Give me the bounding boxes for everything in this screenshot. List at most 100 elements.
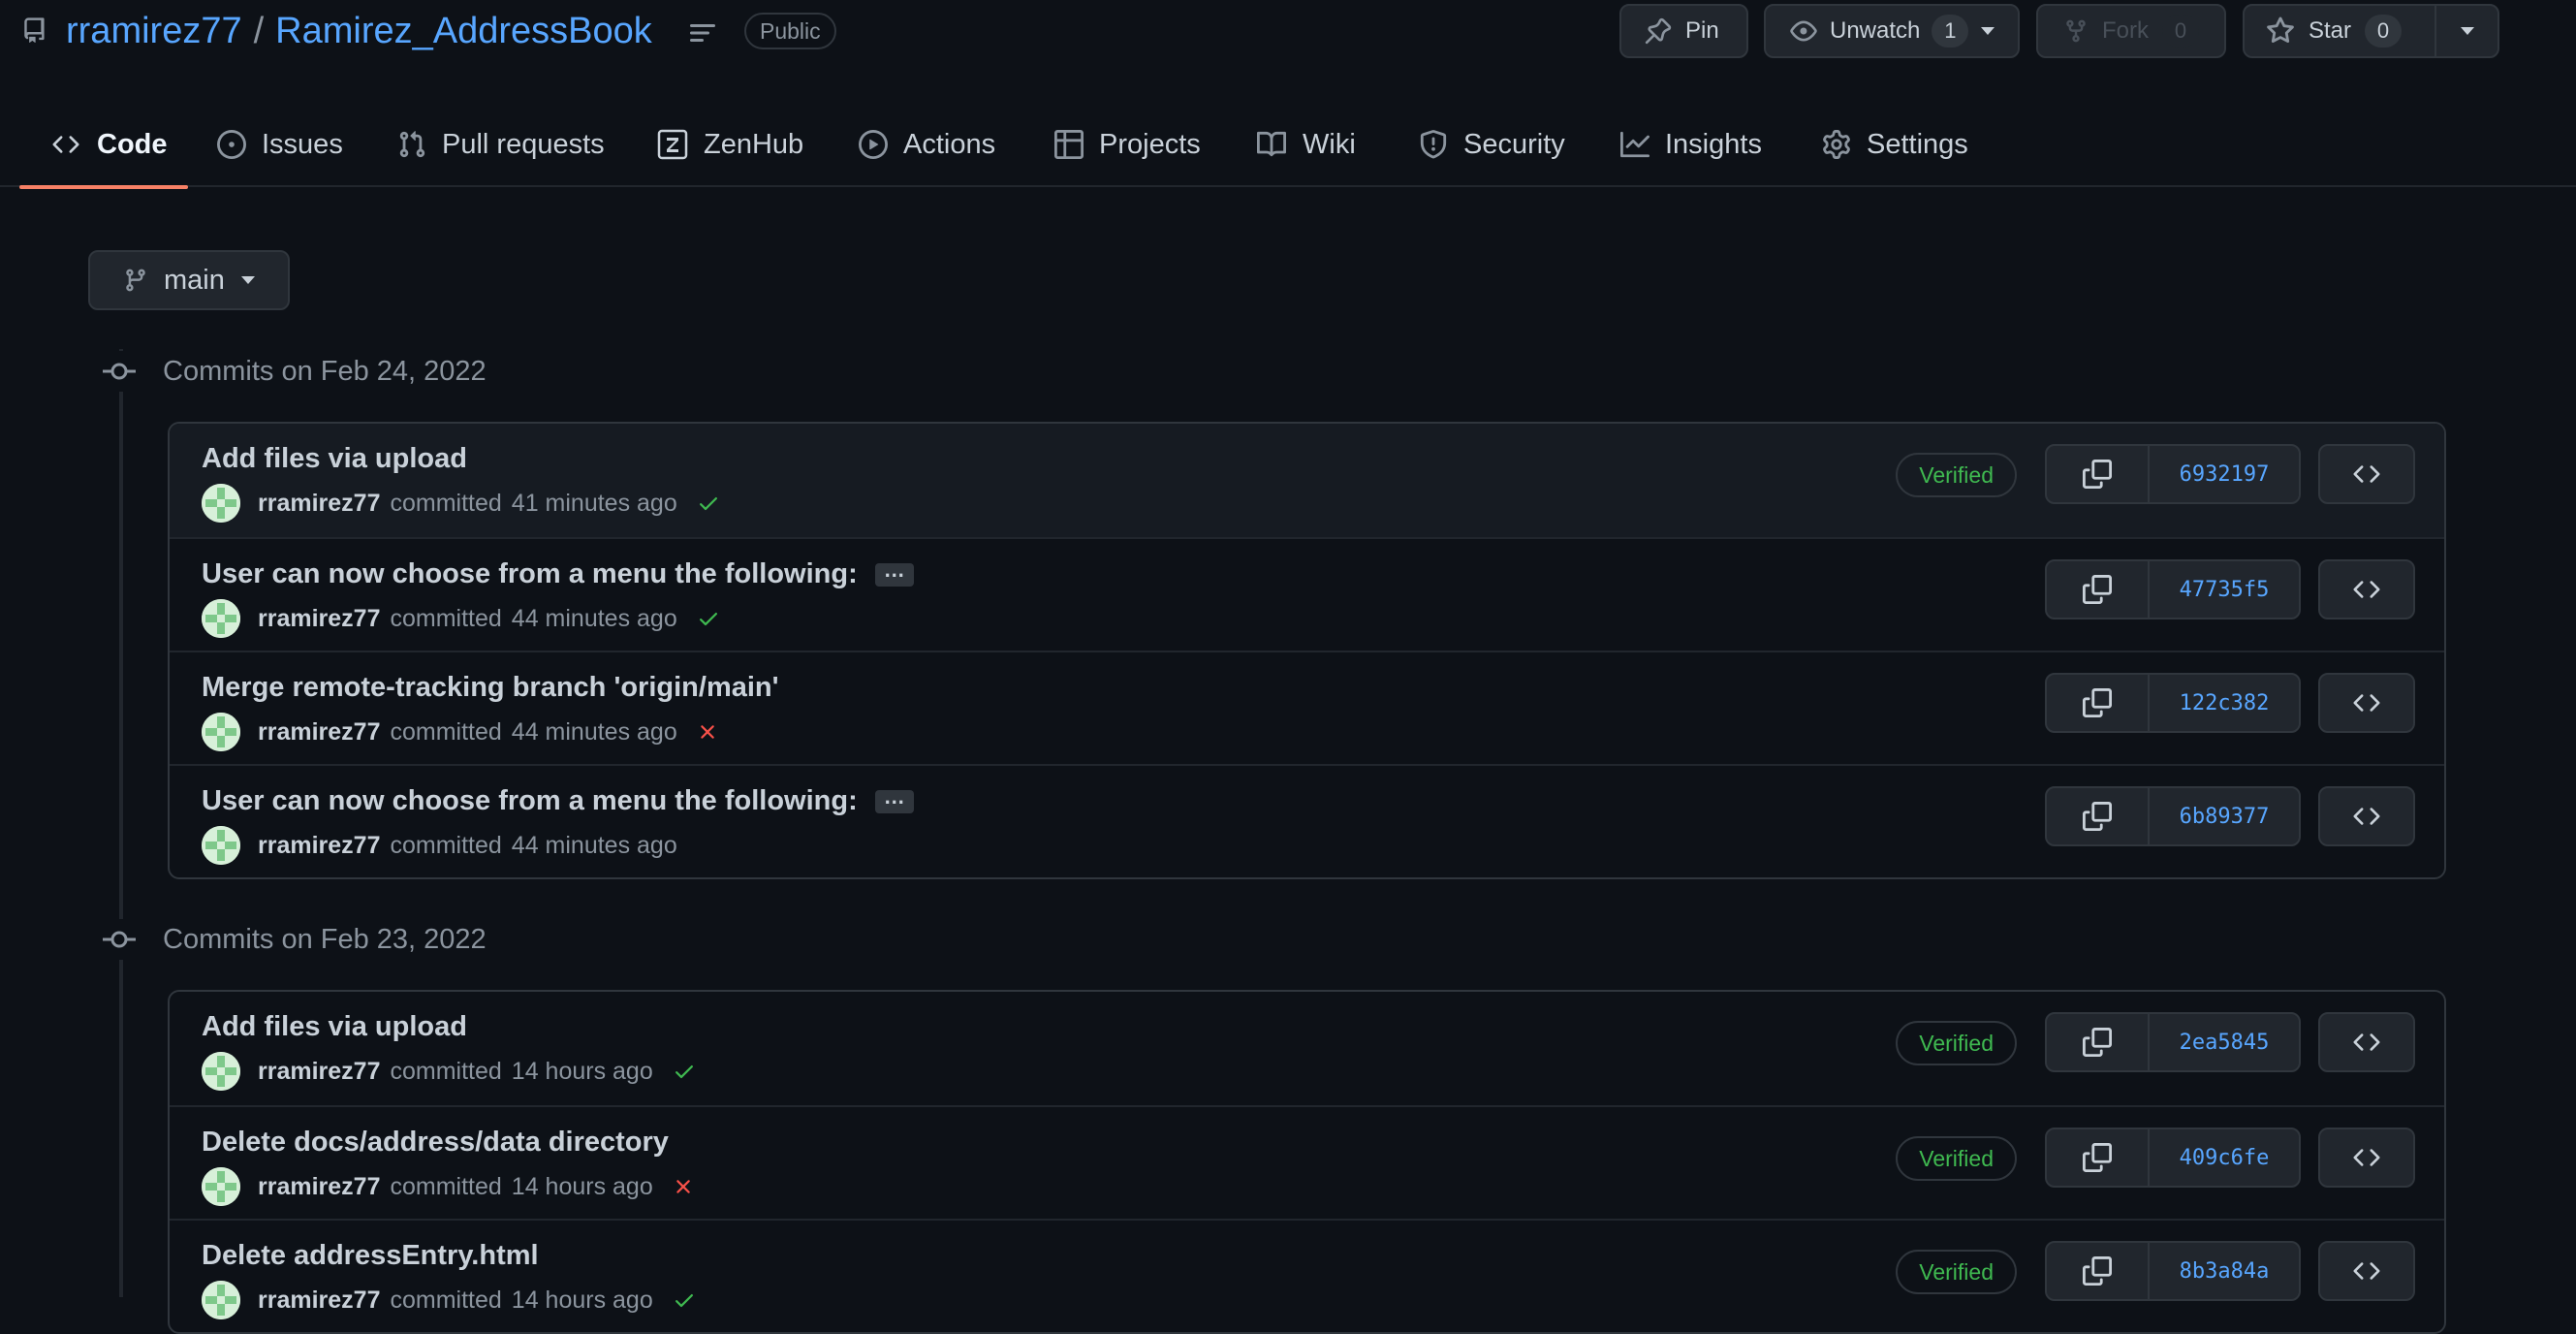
copy-icon bbox=[2083, 575, 2112, 604]
caret-down-icon bbox=[240, 275, 256, 285]
commit-message-link[interactable]: Add files via upload bbox=[202, 1011, 467, 1043]
gear-icon bbox=[1822, 130, 1851, 159]
check-icon[interactable] bbox=[671, 1288, 698, 1312]
browse-repo-button[interactable] bbox=[2318, 1128, 2415, 1188]
commit-time: 14 hours ago bbox=[511, 1057, 653, 1085]
commit-message-link[interactable]: Delete docs/address/data directory bbox=[202, 1127, 669, 1159]
expand-message-button[interactable]: … bbox=[874, 785, 914, 813]
verified-badge[interactable]: Verified bbox=[1896, 1021, 2017, 1065]
browse-repo-button[interactable] bbox=[2318, 1012, 2415, 1072]
avatar[interactable] bbox=[202, 1281, 240, 1319]
check-icon[interactable] bbox=[695, 607, 722, 630]
commit-sha-link[interactable]: 6b89377 bbox=[2150, 788, 2299, 844]
commit-message-link[interactable]: Add files via upload bbox=[202, 443, 467, 475]
commit-sha-link[interactable]: 2ea5845 bbox=[2150, 1014, 2299, 1070]
commit-message: Delete docs/address/data directory bbox=[202, 1127, 669, 1159]
commit-message-link[interactable]: Delete addressEntry.html bbox=[202, 1240, 539, 1272]
copy-sha-button[interactable] bbox=[2047, 1014, 2150, 1070]
tab-code[interactable]: Code bbox=[19, 102, 188, 189]
check-icon[interactable] bbox=[671, 1060, 698, 1083]
verified-badge[interactable]: Verified bbox=[1896, 1136, 2017, 1181]
commit-author-link[interactable]: rramirez77 bbox=[258, 490, 380, 518]
star-button[interactable]: Star 0 bbox=[2245, 6, 2435, 56]
list-icon[interactable] bbox=[688, 20, 717, 46]
tab-pull-requests[interactable]: Pull requests bbox=[366, 102, 636, 187]
copy-sha-button[interactable] bbox=[2047, 446, 2150, 502]
pin-button[interactable]: Pin bbox=[1619, 4, 1748, 58]
x-icon[interactable] bbox=[695, 720, 720, 744]
verified-badge[interactable]: Verified bbox=[1896, 453, 2017, 497]
browse-repo-button[interactable] bbox=[2318, 1241, 2415, 1301]
copy-sha-button[interactable] bbox=[2047, 788, 2150, 844]
pin-label: Pin bbox=[1685, 17, 1719, 44]
x-icon[interactable] bbox=[671, 1175, 696, 1198]
issue-icon bbox=[217, 130, 246, 159]
commit-sha-group: 2ea5845 bbox=[2045, 1012, 2301, 1072]
commit-action-text: committed bbox=[390, 717, 502, 746]
commit-time: 14 hours ago bbox=[511, 1172, 653, 1200]
commit-sha-link[interactable]: 122c382 bbox=[2150, 675, 2299, 731]
tab-settings[interactable]: Settings bbox=[1791, 102, 1999, 187]
avatar[interactable] bbox=[202, 713, 240, 751]
commit-message-link[interactable]: User can now choose from a menu the foll… bbox=[202, 785, 858, 817]
commit-time: 41 minutes ago bbox=[511, 489, 677, 517]
commit-message: User can now choose from a menu the foll… bbox=[202, 785, 914, 817]
browse-repo-button[interactable] bbox=[2318, 444, 2415, 504]
avatar[interactable] bbox=[202, 599, 240, 638]
commit-message-link[interactable]: Merge remote-tracking branch 'origin/mai… bbox=[202, 672, 779, 704]
commit-row: User can now choose from a menu the foll… bbox=[170, 537, 2444, 651]
browse-repo-button[interactable] bbox=[2318, 559, 2415, 619]
browse-repo-button[interactable] bbox=[2318, 786, 2415, 846]
commit-sha-group: 8b3a84a bbox=[2045, 1241, 2301, 1301]
fork-button: Fork 0 bbox=[2036, 4, 2226, 58]
tab-label: Code bbox=[97, 128, 168, 160]
commit-author-link[interactable]: rramirez77 bbox=[258, 718, 380, 746]
repo-name-link[interactable]: Ramirez_AddressBook bbox=[275, 11, 652, 51]
commit-author-link[interactable]: rramirez77 bbox=[258, 832, 380, 860]
tab-wiki[interactable]: Wiki bbox=[1225, 102, 1387, 187]
commit-author-link[interactable]: rramirez77 bbox=[258, 605, 380, 633]
copy-sha-button[interactable] bbox=[2047, 1129, 2150, 1186]
star-dropdown-button[interactable] bbox=[2435, 6, 2497, 56]
commit-author-link[interactable]: rramirez77 bbox=[258, 1286, 380, 1315]
tab-projects[interactable]: Projects bbox=[1023, 102, 1232, 187]
commit-row: Merge remote-tracking branch 'origin/mai… bbox=[170, 651, 2444, 764]
commit-sha-group: 122c382 bbox=[2045, 673, 2301, 733]
tab-actions[interactable]: Actions bbox=[828, 102, 1026, 187]
commit-row: Add files via upload rramirez77 committed 1… bbox=[170, 992, 2444, 1105]
repo-owner-link[interactable]: rramirez77 bbox=[66, 11, 242, 51]
avatar[interactable] bbox=[202, 826, 240, 865]
copy-sha-button[interactable] bbox=[2047, 1243, 2150, 1299]
check-icon[interactable] bbox=[695, 492, 722, 515]
branch-select-button[interactable]: main bbox=[88, 250, 290, 310]
zenhub-icon bbox=[657, 129, 688, 160]
graph-icon bbox=[1620, 130, 1649, 159]
expand-message-button[interactable]: … bbox=[874, 558, 914, 587]
avatar[interactable] bbox=[202, 1167, 240, 1206]
copy-sha-button[interactable] bbox=[2047, 675, 2150, 731]
copy-sha-button[interactable] bbox=[2047, 561, 2150, 618]
tab-zenhub[interactable]: ZenHub bbox=[626, 102, 834, 187]
repo-title: rramirez77 /Ramirez_AddressBook bbox=[66, 8, 652, 54]
tab-issues[interactable]: Issues bbox=[186, 102, 374, 187]
unwatch-button[interactable]: Unwatch 1 bbox=[1764, 4, 2020, 58]
commit-sha-link[interactable]: 409c6fe bbox=[2150, 1129, 2299, 1186]
commit-meta: rramirez77 committed 41 minutes ago bbox=[202, 484, 722, 523]
browse-repo-button[interactable] bbox=[2318, 673, 2415, 733]
commit-sha-link[interactable]: 8b3a84a bbox=[2150, 1243, 2299, 1299]
commit-sha-group: 409c6fe bbox=[2045, 1128, 2301, 1188]
commit-sha-link[interactable]: 6932197 bbox=[2150, 446, 2299, 502]
verified-badge[interactable]: Verified bbox=[1896, 1250, 2017, 1294]
copy-icon bbox=[2083, 1143, 2112, 1172]
commit-author-link[interactable]: rramirez77 bbox=[258, 1058, 380, 1086]
caret-down-icon bbox=[1980, 26, 1995, 36]
tab-insights[interactable]: Insights bbox=[1589, 102, 1793, 187]
avatar[interactable] bbox=[202, 484, 240, 523]
avatar[interactable] bbox=[202, 1052, 240, 1091]
commit-sha-link[interactable]: 47735f5 bbox=[2150, 561, 2299, 618]
shield-icon bbox=[1419, 130, 1448, 159]
tab-security[interactable]: Security bbox=[1388, 102, 1596, 187]
commit-author-link[interactable]: rramirez77 bbox=[258, 1173, 380, 1201]
commit-message-link[interactable]: User can now choose from a menu the foll… bbox=[202, 558, 858, 590]
commit-time: 14 hours ago bbox=[511, 1286, 653, 1314]
